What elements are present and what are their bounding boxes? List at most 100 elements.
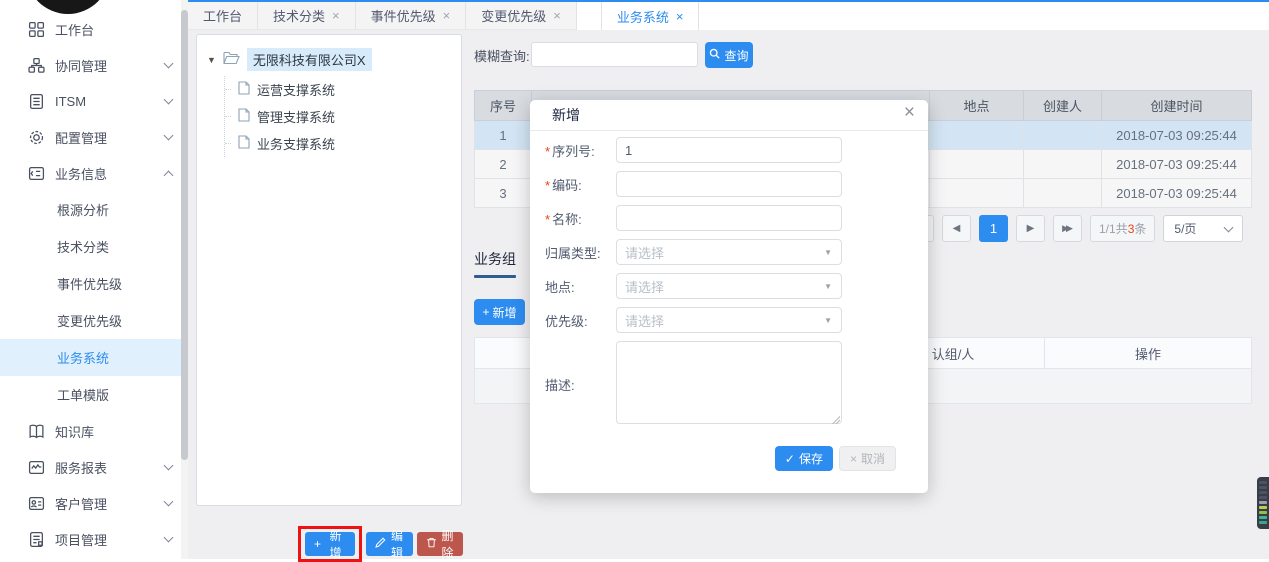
- sidebar-item-incident-priority[interactable]: 事件优先级: [0, 265, 188, 302]
- cell-creator: [1024, 121, 1102, 150]
- caret-down-icon: ▼: [824, 282, 832, 291]
- tree-node-management-support[interactable]: 管理支撑系统: [233, 103, 461, 130]
- sidebar-item-label: 事件优先级: [57, 274, 122, 293]
- tree-node-operation-support[interactable]: 运营支撑系统: [233, 76, 461, 103]
- tab-label: 变更优先级: [481, 6, 546, 25]
- name-input[interactable]: [616, 205, 842, 231]
- tab-business-system[interactable]: 业务系统 ×: [601, 2, 700, 30]
- description-textarea[interactable]: [616, 341, 842, 424]
- gear-icon: [28, 129, 45, 146]
- cell-seq: 2: [475, 150, 532, 179]
- location-select[interactable]: 请选择 ▼: [616, 273, 842, 299]
- chevron-down-icon: [164, 130, 174, 140]
- trash-icon: [426, 537, 437, 551]
- pagination-info-suffix: 条: [1134, 220, 1146, 237]
- sidebar-item-tech-category[interactable]: 技术分类: [0, 228, 188, 265]
- edit-button[interactable]: 编辑: [366, 532, 413, 556]
- sidebar-item-itsm[interactable]: ITSM: [0, 83, 188, 119]
- description-label: 描述:: [542, 375, 616, 394]
- page-prev-button[interactable]: ◀: [942, 215, 971, 242]
- sidebar-menu: 工作台 协同管理 ITSM 配置管理: [0, 11, 188, 557]
- tab-incident-priority[interactable]: 事件优先级 ×: [356, 2, 467, 30]
- file-icon: [238, 108, 250, 125]
- tab-tech-category[interactable]: 技术分类 ×: [258, 2, 356, 30]
- sidebar-item-knowledge-base[interactable]: 知识库: [0, 413, 188, 449]
- tree-root-label[interactable]: 无限科技有限公司X: [247, 48, 372, 71]
- tab-workbench[interactable]: 工作台: [188, 2, 258, 30]
- resize-handle[interactable]: [831, 415, 840, 424]
- category-select[interactable]: 请选择 ▼: [616, 239, 842, 265]
- form-row-code: 编码:: [542, 171, 912, 197]
- search-button-label: 查询: [724, 47, 748, 64]
- grid-icon: [28, 21, 45, 38]
- chevron-down-icon: [164, 94, 174, 104]
- tree-node-business-support[interactable]: 业务支撑系统: [233, 130, 461, 157]
- sidebar-scrollbar-thumb[interactable]: [181, 10, 188, 460]
- tab-change-priority[interactable]: 变更优先级 ×: [466, 2, 577, 30]
- group-add-button[interactable]: + 新增: [474, 299, 525, 325]
- close-icon[interactable]: ×: [332, 9, 340, 22]
- sidebar-item-project-management[interactable]: 项目管理: [0, 521, 188, 557]
- category-label: 归属类型:: [542, 243, 616, 262]
- code-input[interactable]: [616, 171, 842, 197]
- check-icon: ✓: [785, 452, 795, 466]
- page-last-icon: ▶▶: [1062, 223, 1073, 234]
- close-icon[interactable]: ×: [553, 9, 561, 22]
- cell-created-time: 2018-07-03 09:25:44: [1102, 121, 1252, 150]
- tree-expand-icon[interactable]: ▼: [207, 55, 216, 65]
- tree-node-label: 业务支撑系统: [257, 134, 335, 153]
- tab-label: 业务系统: [617, 7, 669, 26]
- sidebar-scrollbar[interactable]: [181, 0, 188, 559]
- page-next-button[interactable]: ▶: [1016, 215, 1045, 242]
- cancel-button-label: 取消: [861, 450, 885, 467]
- sidebar-item-label: 根源分析: [57, 200, 109, 219]
- sidebar-item-workbench[interactable]: 工作台: [0, 11, 188, 47]
- close-icon[interactable]: ×: [676, 10, 684, 23]
- cell-creator: [1024, 179, 1102, 208]
- sequence-input[interactable]: [616, 137, 842, 163]
- sidebar-item-service-report[interactable]: 服务报表: [0, 449, 188, 485]
- sidebar-item-business-system[interactable]: 业务系统: [0, 339, 188, 376]
- fuzzy-search-label: 模糊查询:: [474, 46, 530, 65]
- dialog-footer: ✓ 保存 × 取消: [542, 446, 912, 471]
- priority-select[interactable]: 请选择 ▼: [616, 307, 842, 333]
- edit-button-label: 编辑: [390, 527, 404, 561]
- chevron-down-icon: [1224, 222, 1234, 232]
- priority-label: 优先级:: [542, 311, 616, 330]
- sidebar: 工作台 协同管理 ITSM 配置管理: [0, 0, 188, 559]
- sidebar-item-label: 技术分类: [57, 237, 109, 256]
- page-number-button[interactable]: 1: [979, 215, 1008, 242]
- sidebar-item-collaboration[interactable]: 协同管理: [0, 47, 188, 83]
- sidebar-item-root-cause[interactable]: 根源分析: [0, 191, 188, 228]
- chevron-down-icon: [164, 496, 174, 506]
- name-label: 名称:: [542, 209, 616, 228]
- tree-root-node[interactable]: ▼ 无限科技有限公司X: [197, 35, 461, 71]
- sidebar-item-customer-management[interactable]: 客户管理: [0, 485, 188, 521]
- close-icon[interactable]: ×: [904, 103, 915, 122]
- search-button[interactable]: 查询: [705, 42, 753, 68]
- sidebar-item-change-priority[interactable]: 变更优先级: [0, 302, 188, 339]
- folder-icon: [223, 51, 240, 68]
- add-button[interactable]: + 新增: [305, 532, 355, 556]
- sidebar-item-configuration[interactable]: 配置管理: [0, 119, 188, 155]
- cancel-button[interactable]: × 取消: [839, 446, 896, 471]
- col-location: 地点: [930, 91, 1024, 121]
- page-size-select[interactable]: 5/页: [1163, 215, 1243, 242]
- sidebar-item-label: 业务系统: [57, 348, 109, 367]
- save-button[interactable]: ✓ 保存: [775, 446, 833, 471]
- delete-button[interactable]: 删除: [417, 532, 463, 556]
- fuzzy-search-input[interactable]: [531, 42, 698, 67]
- sidebar-item-business-info[interactable]: 业务信息: [0, 155, 188, 191]
- tab-business-group[interactable]: 业务组: [474, 249, 516, 278]
- sidebar-item-ticket-template[interactable]: 工单模版: [0, 376, 188, 413]
- chevron-down-icon: [164, 532, 174, 542]
- pencil-icon: [375, 537, 386, 551]
- close-icon[interactable]: ×: [443, 9, 451, 22]
- performance-widget: [1257, 477, 1269, 529]
- page-last-button[interactable]: ▶▶: [1053, 215, 1082, 242]
- tree-node-label: 管理支撑系统: [257, 107, 335, 126]
- collab-icon: [28, 57, 45, 74]
- tab-label: 事件优先级: [371, 6, 436, 25]
- col-creator: 创建人: [1024, 91, 1102, 121]
- sidebar-item-label: 变更优先级: [57, 311, 122, 330]
